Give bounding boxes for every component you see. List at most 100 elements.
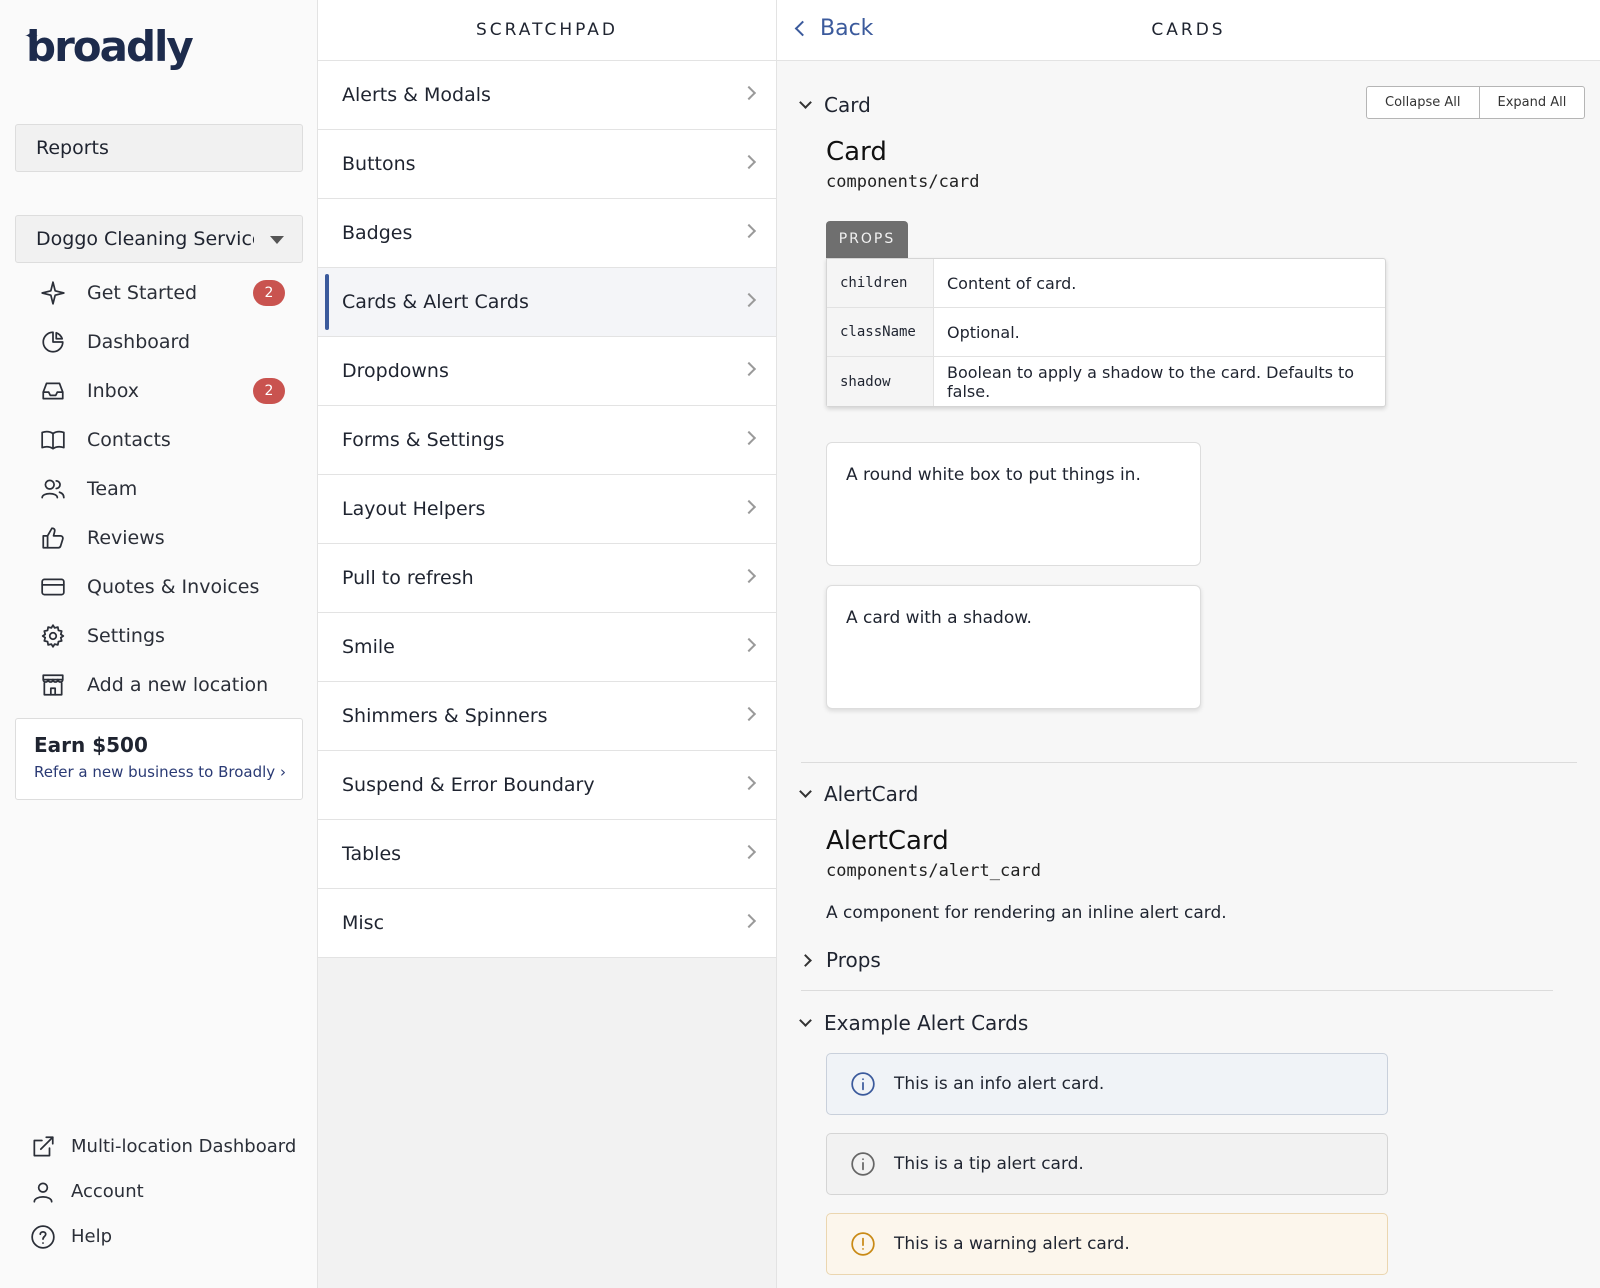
scratchpad-item[interactable]: Smile: [318, 613, 776, 682]
scratchpad-item-label: Buttons: [342, 153, 416, 175]
reports-button[interactable]: Reports: [15, 124, 303, 172]
scratchpad-item[interactable]: Badges: [318, 199, 776, 268]
scratchpad-item-label: Pull to refresh: [342, 567, 474, 589]
scratchpad-item[interactable]: Tables: [318, 820, 776, 889]
sidebar-item-quotes-invoices[interactable]: Quotes & Invoices: [15, 562, 303, 611]
sidebar-item-label: Help: [71, 1226, 113, 1247]
prop-description: Optional.: [934, 308, 1385, 357]
card-section-toggle[interactable]: Card: [799, 93, 871, 117]
referral-link[interactable]: Refer a new business to Broadly ›: [34, 763, 286, 781]
scratchpad-item[interactable]: Suspend & Error Boundary: [318, 751, 776, 820]
sidebar-item-inbox[interactable]: Inbox 2: [15, 366, 303, 415]
sidebar-item-help[interactable]: Help: [15, 1214, 303, 1259]
scratchpad-panel: SCRATCHPAD Alerts & Modals Buttons Badges C…: [318, 0, 777, 1288]
alertcard-section-toggle[interactable]: AlertCard: [799, 782, 919, 806]
sidebar-item-multi-location-dashboard[interactable]: Multi-location Dashboard: [15, 1124, 303, 1169]
scratchpad-item[interactable]: Forms & Settings: [318, 406, 776, 475]
examples-toggle[interactable]: Example Alert Cards: [799, 1011, 1028, 1035]
referral-card[interactable]: Earn $500 Refer a new business to Broadl…: [15, 718, 303, 800]
location-label: Doggo Cleaning Services: [36, 228, 254, 250]
collapse-all-button[interactable]: Collapse All: [1366, 86, 1480, 119]
sidebar-item-team[interactable]: Team: [15, 464, 303, 513]
chevron-down-icon: [799, 96, 812, 109]
collapse-expand-group: Collapse All Expand All: [1366, 86, 1586, 119]
scratchpad-item[interactable]: Cards & Alert Cards: [318, 268, 776, 337]
prop-name: className: [827, 308, 934, 357]
prop-name: shadow: [827, 357, 934, 406]
sidebar-item-label: Add a new location: [87, 673, 269, 696]
section-toggle-label: AlertCard: [824, 782, 919, 806]
info-icon: [849, 1150, 877, 1178]
sidebar-item-account[interactable]: Account: [15, 1169, 303, 1214]
scratchpad-item[interactable]: Layout Helpers: [318, 475, 776, 544]
scratchpad-title: SCRATCHPAD: [318, 0, 776, 61]
caret-down-icon: [270, 236, 284, 244]
detail-panel: CARDS Back Collapse All Expand All Card …: [777, 0, 1600, 1288]
sidebar-item-get-started[interactable]: Get Started 2: [15, 268, 303, 317]
credit-card-icon: [39, 573, 67, 601]
back-button[interactable]: Back: [794, 16, 874, 41]
props-table: children Content of card. className Opti…: [826, 258, 1386, 407]
expand-all-button[interactable]: Expand All: [1479, 86, 1586, 119]
scratchpad-item-label: Dropdowns: [342, 360, 449, 382]
scratchpad-item-label: Suspend & Error Boundary: [342, 774, 595, 796]
scratchpad-item[interactable]: Alerts & Modals: [318, 61, 776, 130]
detail-header: CARDS Back: [777, 0, 1600, 61]
sidebar-item-settings[interactable]: Settings: [15, 611, 303, 660]
referral-title: Earn $500: [34, 733, 148, 757]
chevron-right-icon: [741, 292, 757, 308]
table-row: className Optional.: [827, 308, 1385, 357]
alertcard-component-title: AlertCard: [826, 826, 949, 856]
scratchpad-item-label: Misc: [342, 912, 385, 934]
sidebar-item-label: Reviews: [87, 526, 165, 549]
chevron-right-icon: [741, 706, 757, 722]
sidebar-item-reviews[interactable]: Reviews: [15, 513, 303, 562]
book-icon: [39, 426, 67, 454]
scratchpad-item-label: Alerts & Modals: [342, 84, 491, 106]
chevron-right-icon: [741, 775, 757, 791]
thumbs-up-icon: [39, 524, 67, 552]
sidebar-item-label: Settings: [87, 624, 165, 647]
user-icon: [29, 1178, 57, 1206]
scratchpad-item[interactable]: Shimmers & Spinners: [318, 682, 776, 751]
card-component-path: components/card: [826, 172, 980, 192]
table-row: children Content of card.: [827, 259, 1385, 308]
prop-name: children: [827, 259, 934, 308]
sidebar-item-add-location[interactable]: Add a new location: [15, 660, 303, 709]
broadly-logo[interactable]: ✦ broadly: [24, 22, 194, 71]
info-icon: [849, 1070, 877, 1098]
sidebar-item-contacts[interactable]: Contacts: [15, 415, 303, 464]
info-alert-card: This is an info alert card.: [826, 1053, 1388, 1115]
scratchpad-item[interactable]: Buttons: [318, 130, 776, 199]
props-toggle[interactable]: Props: [799, 948, 881, 972]
demo-card-plain: A round white box to put things in.: [826, 442, 1201, 566]
sidebar-item-label: Account: [71, 1181, 144, 1202]
scratchpad-item[interactable]: Dropdowns: [318, 337, 776, 406]
scratchpad-item-label: Cards & Alert Cards: [342, 291, 529, 313]
scratchpad-item[interactable]: Misc: [318, 889, 776, 958]
location-dropdown[interactable]: Doggo Cleaning Services: [15, 215, 303, 263]
scratchpad-item[interactable]: Pull to refresh: [318, 544, 776, 613]
props-tab[interactable]: PROPS: [826, 221, 908, 258]
sidebar-item-label: Get Started: [87, 281, 198, 304]
demo-card-shadow: A card with a shadow.: [826, 585, 1201, 709]
notification-badge: 2: [253, 378, 285, 404]
help-circle-icon: [29, 1223, 57, 1251]
scratchpad-item-label: Badges: [342, 222, 413, 244]
alert-text: This is a warning alert card.: [894, 1234, 1130, 1254]
scratchpad-list: Alerts & Modals Buttons Badges Cards & Aler…: [318, 61, 776, 958]
sidebar-item-dashboard[interactable]: Dashboard: [15, 317, 303, 366]
chevron-right-icon: [741, 85, 757, 101]
sidebar-bottom-nav: Multi-location Dashboard Account Help: [15, 1124, 303, 1259]
inbox-icon: [39, 377, 67, 405]
chevron-right-icon: [741, 361, 757, 377]
sidebar: ✦ broadly Reports Doggo Cleaning Service…: [0, 0, 318, 1288]
alert-text: This is a tip alert card.: [894, 1154, 1084, 1174]
chevron-right-icon: [741, 913, 757, 929]
sparkle-icon: [39, 279, 67, 307]
chevron-down-icon: [799, 785, 812, 798]
store-icon: [39, 671, 67, 699]
chevron-right-icon: [741, 430, 757, 446]
section-toggle-label: Props: [826, 948, 881, 972]
back-label: Back: [820, 16, 874, 41]
